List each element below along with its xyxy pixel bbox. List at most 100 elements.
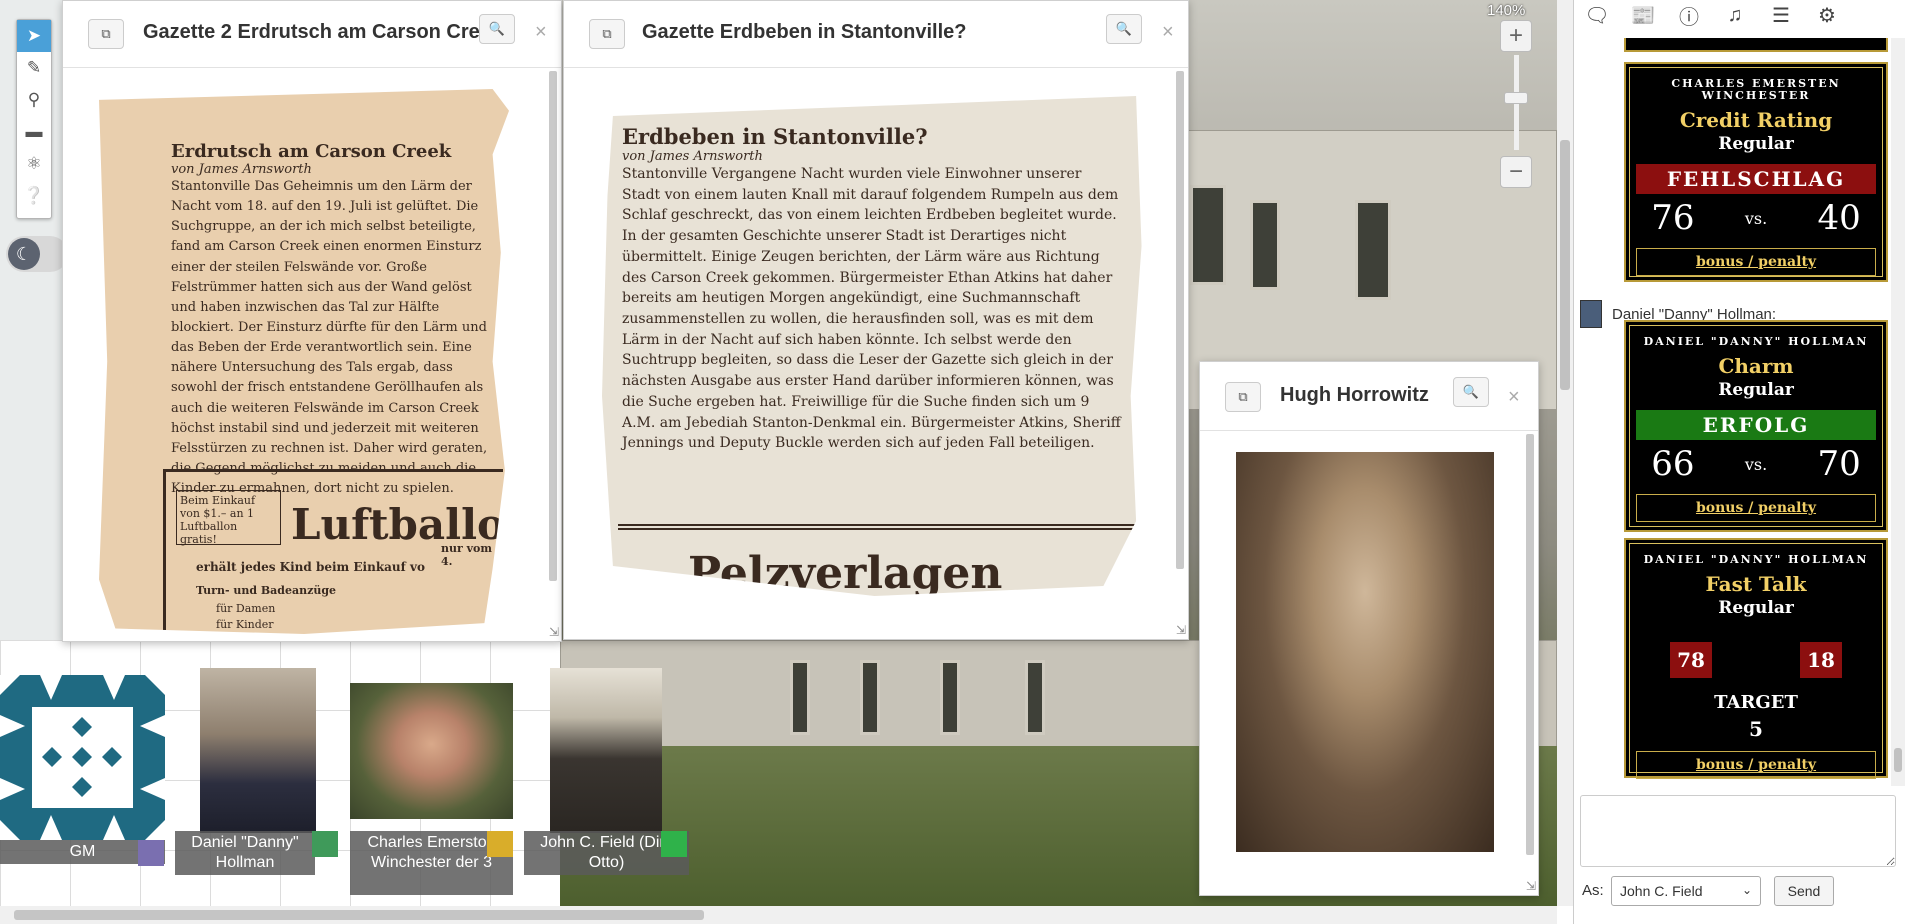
popout-button[interactable]: ⧉: [1225, 382, 1261, 412]
roll-card-charm: DANIEL "DANNY" HOLLMAN Charm Regular ERF…: [1624, 320, 1888, 532]
tool-palette: ➤ ✎ ⚲ ▬ ⚛ ❔: [16, 19, 52, 219]
music-icon[interactable]: ♫: [1712, 0, 1758, 30]
close-button[interactable]: ×: [535, 21, 547, 44]
roll-card-fast-talk: DANIEL "DANNY" HOLLMAN Fast Talk Regular…: [1624, 538, 1888, 779]
handout-window-hugh-horrowitz[interactable]: ⧉ Hugh Horrowitz 🔍 × ⇲: [1199, 361, 1539, 896]
gm-pattern: [0, 675, 165, 840]
zoom-button[interactable]: 🔍: [1106, 14, 1142, 44]
clipping-author: von James Arnsworth: [171, 162, 312, 177]
list-icon[interactable]: ☰: [1758, 0, 1804, 30]
card-skill: Charm: [1718, 354, 1794, 378]
bonus-penalty-button[interactable]: bonus / penalty: [1636, 494, 1876, 522]
game-canvas[interactable]: ➤ ✎ ⚲ ▬ ⚛ ❔ ☾ GM Daniel "Danny" Hollman …: [0, 0, 1557, 924]
card-target: 40: [1817, 198, 1861, 238]
night-mode-toggle[interactable]: ☾: [6, 236, 68, 272]
chat-icon[interactable]: 🗨: [1574, 0, 1620, 30]
handout-scrollbar[interactable]: [1526, 434, 1534, 855]
roll-card-credit-rating: CHARLES EMERSTEN WINCHESTER Credit Ratin…: [1624, 62, 1888, 282]
prev-card-tail: [1624, 38, 1888, 52]
zoom-level: 140%: [1487, 2, 1526, 19]
newspaper-clipping: Erdrutsch am Carson Creek von James Arns…: [99, 89, 509, 634]
clipping-ad-border: Pelzverlagen: [618, 524, 1138, 596]
ruler-icon[interactable]: ▬: [17, 116, 51, 148]
card-roll: 76: [1651, 198, 1695, 238]
resize-handle[interactable]: ⇲: [1526, 879, 1536, 893]
house-window: [860, 660, 880, 735]
clipping-headline: Erdbeben in Stantonville?: [622, 124, 928, 149]
zoom-in-button[interactable]: +: [1500, 20, 1532, 52]
info-icon[interactable]: ⓘ: [1666, 0, 1712, 30]
brush-icon[interactable]: ✎: [17, 52, 51, 84]
token-john-field[interactable]: John C. Field (Dirk Otto): [524, 668, 689, 878]
zoom-slider-handle[interactable]: [1504, 92, 1528, 104]
token-charles-winchester[interactable]: Charles Emerston Winchester der 3: [350, 683, 515, 898]
popout-button[interactable]: ⧉: [589, 19, 625, 49]
handout-title: Hugh Horrowitz: [1280, 384, 1429, 406]
help-icon[interactable]: ❔: [17, 180, 51, 212]
ad-line: für Kinder: [216, 618, 274, 631]
card-level: Regular: [1718, 380, 1794, 400]
avatar: [1580, 300, 1602, 328]
house-window: [1355, 200, 1391, 300]
speaking-as-select[interactable]: John C. Field ⌄: [1611, 876, 1761, 906]
close-button[interactable]: ×: [1508, 386, 1520, 409]
popout-icon: ⧉: [101, 26, 111, 41]
handout-scrollbar[interactable]: [1176, 71, 1184, 569]
ad-right: nur vom 4.: [441, 542, 492, 568]
token-color-tag: [661, 831, 687, 857]
handout-scrollbar[interactable]: [549, 71, 557, 581]
token-gm[interactable]: GM: [0, 675, 165, 866]
handout-window-carson-creek[interactable]: ⧉ Gazette 2 Erdrutsch am Carson Creek 🔍 …: [62, 0, 562, 642]
chat-input[interactable]: [1580, 795, 1896, 867]
card-dice-row: 78 18: [1626, 642, 1886, 678]
handout-title: Gazette Erdbeben in Stantonville?: [642, 21, 967, 43]
chat-scrollbar[interactable]: [1891, 38, 1905, 786]
house-window: [940, 660, 960, 735]
sidebar-tabs: 🗨 📰 ⓘ ♫ ☰ ⚙: [1574, 0, 1905, 30]
header-divider: [564, 67, 1188, 68]
horizontal-scroll-thumb[interactable]: [14, 910, 704, 920]
card-skill: Fast Talk: [1705, 572, 1807, 596]
vertical-scrollbar[interactable]: [1557, 0, 1573, 906]
card-die: 18: [1800, 642, 1842, 678]
bonus-penalty-button[interactable]: bonus / penalty: [1636, 751, 1876, 779]
zoom-button[interactable]: 🔍: [479, 14, 515, 44]
newspaper-clipping: Erdbeben in Stantonville? von James Arns…: [602, 96, 1142, 596]
card-character: DANIEL "DANNY" HOLLMAN: [1643, 553, 1869, 566]
clipping-author: von James Arnsworth: [622, 149, 763, 164]
zoom-out-button[interactable]: −: [1500, 156, 1532, 188]
bonus-penalty-button[interactable]: bonus / penalty: [1636, 248, 1876, 276]
ad-line: erhält jedes Kind beim Einkauf vo: [196, 560, 425, 574]
card-skill: Credit Rating: [1679, 108, 1833, 132]
popout-button[interactable]: ⧉: [88, 19, 124, 49]
clipping-headline: Erdrutsch am Carson Creek: [171, 141, 452, 162]
dice-icon[interactable]: ⚛: [17, 148, 51, 180]
zoom-button[interactable]: 🔍: [1453, 377, 1489, 407]
card-vs: vs.: [1744, 208, 1768, 228]
zoom-icon[interactable]: ⚲: [17, 84, 51, 116]
token-portrait: [350, 683, 513, 819]
card-vs: vs.: [1744, 454, 1768, 474]
chat-log[interactable]: CHARLES EMERSTEN WINCHESTER Credit Ratin…: [1574, 38, 1905, 786]
close-button[interactable]: ×: [1162, 21, 1174, 44]
journal-icon[interactable]: 📰: [1620, 0, 1666, 30]
moon-icon: ☾: [8, 238, 40, 270]
token-daniel-hollman[interactable]: Daniel "Danny" Hollman: [175, 668, 338, 878]
gear-icon[interactable]: ⚙: [1804, 0, 1850, 30]
token-nameplate: Daniel "Danny" Hollman: [175, 831, 315, 875]
select-icon[interactable]: ➤: [17, 20, 51, 52]
chat-scroll-thumb[interactable]: [1894, 748, 1902, 772]
card-character: DANIEL "DANNY" HOLLMAN: [1643, 335, 1869, 348]
resize-handle[interactable]: ⇲: [1176, 623, 1186, 637]
popout-icon: ⧉: [1238, 389, 1248, 404]
ad-line: für Damen: [216, 602, 276, 615]
horizontal-scrollbar[interactable]: [0, 906, 1557, 924]
clipping-ad: Beim Einkauf von $1.– an 1 Luftballon gr…: [163, 469, 505, 634]
right-sidebar: 🗨 📰 ⓘ ♫ ☰ ⚙ CHARLES EMERSTEN WINCHESTER …: [1573, 0, 1905, 924]
house-window: [1025, 660, 1045, 735]
handout-window-erdbeben[interactable]: ⧉ Gazette Erdbeben in Stantonville? 🔍 × …: [563, 0, 1189, 640]
vertical-scroll-thumb[interactable]: [1560, 140, 1570, 390]
resize-handle[interactable]: ⇲: [549, 625, 559, 639]
card-result: ERFOLG: [1636, 410, 1876, 440]
send-button[interactable]: Send: [1774, 876, 1834, 906]
